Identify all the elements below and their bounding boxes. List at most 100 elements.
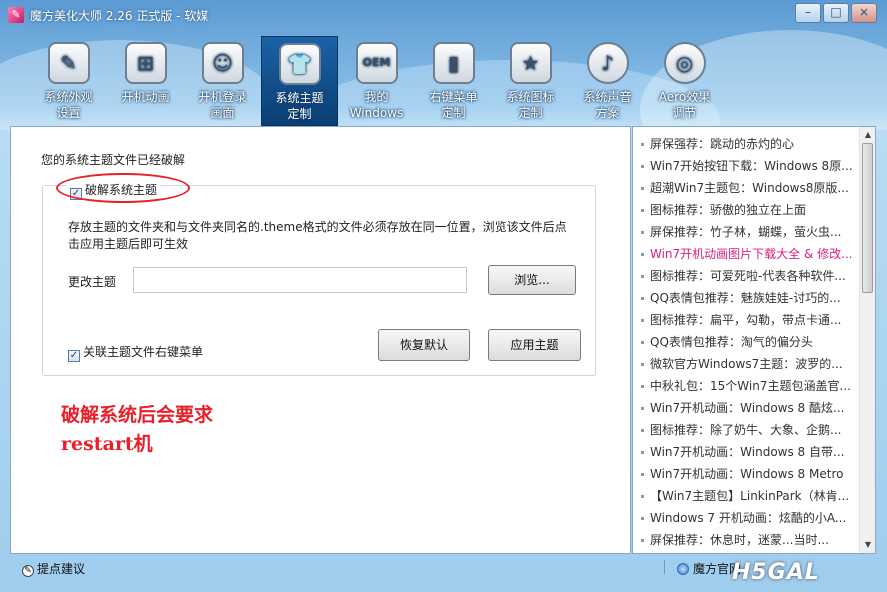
news-item-text: Win7开始按钮下载：Windows 8原... [650,159,853,173]
news-item-text: Win7开机动画图片下载大全 & 修改... [650,247,853,261]
toolbar-item-label: 系统图标 定制 [506,90,555,120]
toolbar-item-label: 我的 Windows [349,90,404,120]
maximize-button[interactable]: □ [823,3,849,23]
oem-icon: OEM [355,42,398,84]
bullet-icon [641,275,644,278]
news-item-text: 图标推荐：可爱死啦-代表各种软件... [650,269,846,283]
news-item[interactable]: 图标推荐：可爱死啦-代表各种软件... [633,265,855,287]
bullet-icon [641,517,644,520]
toolbar-item-5[interactable]: ▮ 右键菜单 定制 [415,36,492,126]
news-item[interactable]: Win7开机动画：Windows 8 Metro [633,463,855,485]
news-item[interactable]: 图标推荐：扁平，勾勒，带点卡通... [633,309,855,331]
toolbar-item-label: 开机登录 画面 [198,90,247,120]
news-item-text: Win7开机动画：Windows 8 酷炫... [650,401,845,415]
news-item-text: QQ表情包推荐：魅族娃娃-讨巧的... [650,291,841,305]
news-item-text: 超潮Win7主题包：Windows8原版... [650,181,849,195]
news-item[interactable]: 中秋礼包：15个Win7主题包涵盖官... [633,375,855,397]
news-item-text: Windows 7 开机动画：炫酷的小A... [650,511,847,525]
bullet-icon [641,363,644,366]
bullet-icon [641,319,644,322]
news-item[interactable]: 屏保推荐：休息时，迷蒙...当时... [633,529,855,551]
bullet-icon [641,187,644,190]
scroll-up-arrow-icon[interactable]: ▲ [861,128,875,142]
scroll-down-arrow-icon[interactable]: ▼ [861,538,875,552]
brush-icon: ✎ [47,42,90,84]
news-item[interactable]: Win7开始按钮下载：Windows 8原... [633,155,855,177]
bullet-icon [641,451,644,454]
news-item-text: 图标推荐：除了奶牛、大象、企鹅... [650,423,842,437]
bullet-icon [641,495,644,498]
annotation-ellipse [56,173,190,203]
restore-default-button[interactable]: 恢复默认 [378,329,470,361]
news-item[interactable]: Win7开机动画：Windows 8 自带... [633,441,855,463]
bullet-icon [641,429,644,432]
news-item[interactable]: 屏保推荐：竹子林，蝴蝶，萤火虫... [633,221,855,243]
news-item[interactable]: Win7开机动画：Windows 8 酷炫... [633,397,855,419]
window-title: 魔方美化大师 2.26 正式版 - 软媒 [30,9,209,23]
news-item-text: 屏保推荐：休息时，迷蒙...当时... [650,533,829,547]
globe-icon [677,563,689,575]
bullet-icon [641,209,644,212]
toolbar-item-1[interactable]: ⊞ 开机动画 [107,36,184,126]
toolbar-item-3[interactable]: 👕 系统主题 定制 [261,36,338,126]
toolbar-item-label: Aero效果 调节 [658,90,711,120]
news-list: 屏保强荐：跳动的赤灼的心 Win7开始按钮下载：Windows 8原... 超潮Wi… [633,127,875,551]
feedback-label: 提点建议 [37,562,86,576]
browse-button[interactable]: 浏览... [488,265,576,295]
assoc-context-menu-checkbox[interactable]: ✓ 关联主题文件右键菜单 [68,343,203,362]
bullet-icon [641,253,644,256]
annotation-text: 破解系统后会要求 restart机 [61,401,213,459]
news-item[interactable]: 微软官方Windows7主题：波罗的... [633,353,855,375]
news-item[interactable]: 屏保强荐：跳动的赤灼的心 [633,133,855,155]
feedback-link[interactable]: ✎ 提点建议 [22,560,85,577]
news-item[interactable]: QQ表情包推荐：魅族娃娃-讨巧的... [633,287,855,309]
aero-target-icon: ◎ [663,42,706,84]
star-icon: ★ [509,42,552,84]
news-item[interactable]: 图标推荐：骄傲的独立在上面 [633,199,855,221]
checkbox-checked-icon: ✓ [68,350,80,362]
toolbar-item-2[interactable]: ☺ 开机登录 画面 [184,36,261,126]
apply-theme-button[interactable]: 应用主题 [488,329,581,361]
bullet-icon [641,143,644,146]
bullet-icon [641,231,644,234]
main-toolbar: ✎ 系统外观 设置 ⊞ 开机动画 ☺ 开机登录 画面 👕 系统主题 定制 OEM 我的 Windo… [30,36,723,126]
news-scrollbar[interactable]: ▲ ▼ [859,127,875,553]
news-item-text: 【Win7主题包】LinkinPark（林肯... [650,489,850,503]
toolbar-item-0[interactable]: ✎ 系统外观 设置 [30,36,107,126]
bullet-icon [641,473,644,476]
news-list-panel: 屏保强荐：跳动的赤灼的心 Win7开始按钮下载：Windows 8原... 超潮Wi… [632,126,876,554]
toolbar-item-7[interactable]: ♪ 系统声音 方案 [569,36,646,126]
toolbar-item-6[interactable]: ★ 系统图标 定制 [492,36,569,126]
news-item[interactable]: Windows 7 开机动画：炫酷的小A... [633,507,855,529]
news-item[interactable]: QQ表情包推荐：淘气的偏分头 [633,331,855,353]
toolbar-item-label: 右键菜单 定制 [429,90,478,120]
bullet-icon [641,297,644,300]
minimize-button[interactable]: – [795,3,821,23]
toolbar-item-8[interactable]: ◎ Aero效果 调节 [646,36,723,126]
theme-description: 存放主题的文件夹和与文件夹同名的.theme格式的文件必须存放在同一位置，浏览该… [68,220,567,251]
windows-logo-icon: ⊞ [124,42,167,84]
assoc-checkbox-label: 关联主题文件右键菜单 [83,345,204,359]
news-item-text: 图标推荐：扁平，勾勒，带点卡通... [650,313,842,327]
news-item[interactable]: Win7开机动画图片下载大全 & 修改... [633,243,855,265]
news-item-text: 图标推荐：骄傲的独立在上面 [650,203,807,217]
news-item-text: QQ表情包推荐：淘气的偏分头 [650,335,813,349]
change-theme-label: 更改主题 [68,275,117,289]
toolbar-item-label: 系统声音 方案 [583,90,632,120]
close-button[interactable]: × [851,3,877,23]
toolbar-item-label: 开机动画 [121,90,170,104]
theme-path-input[interactable] [133,267,467,293]
news-item-text: Win7开机动画：Windows 8 自带... [650,445,845,459]
scroll-thumb[interactable] [862,143,873,293]
watermark-text: H5GAL [732,560,820,585]
news-item[interactable]: 超潮Win7主题包：Windows8原版... [633,177,855,199]
news-item[interactable]: 图标推荐：除了奶牛、大象、企鹅... [633,419,855,441]
news-item[interactable]: 【Win7主题包】LinkinPark（林肯... [633,485,855,507]
theme-groupbox: 存放主题的文件夹和与文件夹同名的.theme格式的文件必须存放在同一位置，浏览该… [42,185,596,376]
bullet-icon [641,539,644,542]
toolbar-item-label: 系统主题 定制 [275,91,324,121]
toolbar-item-4[interactable]: OEM 我的 Windows [338,36,415,126]
bullet-icon [641,385,644,388]
crack-status-text: 您的系统主题文件已经破解 [41,153,186,167]
annotation-line-2: restart机 [61,433,153,455]
